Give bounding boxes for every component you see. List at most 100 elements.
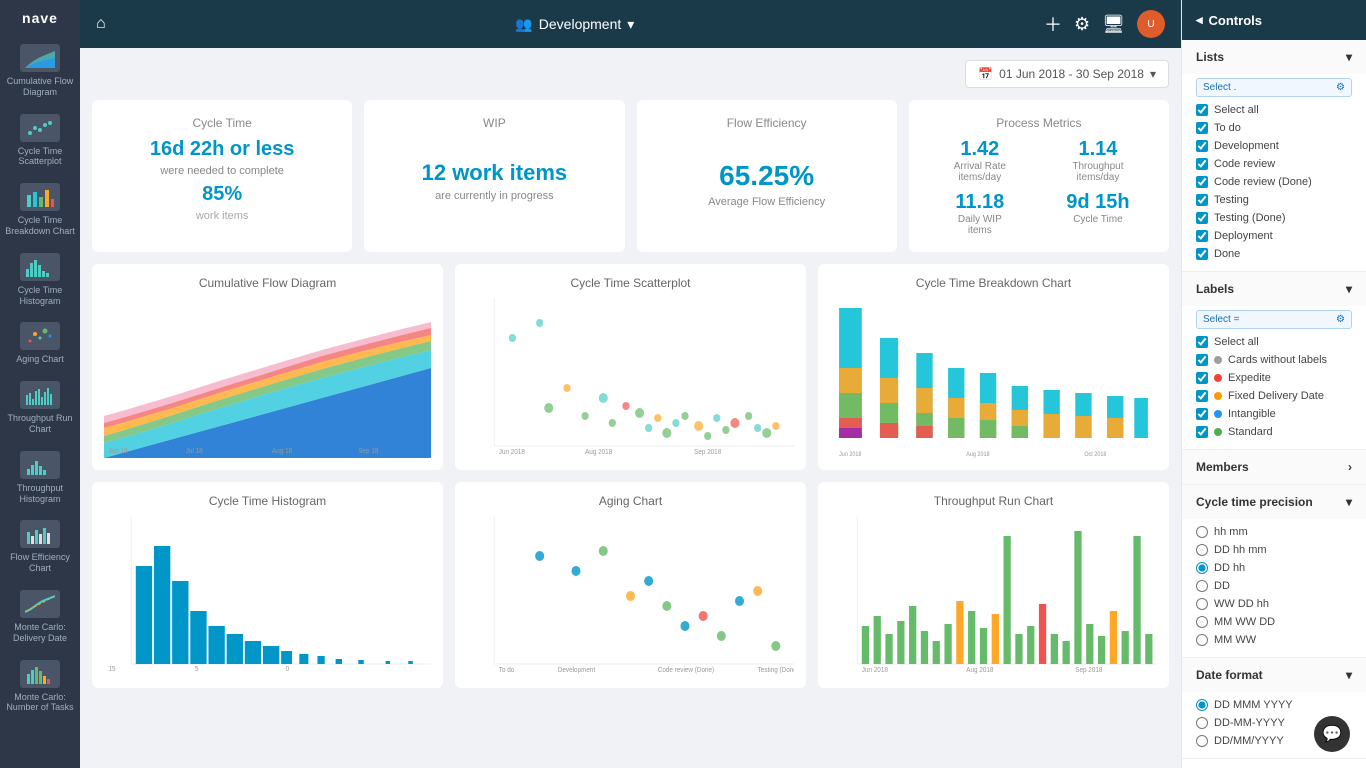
lists-deployment[interactable]: Deployment [1196,227,1352,245]
precision-dd-radio[interactable] [1196,580,1208,592]
cycle-time-precision-header[interactable]: Cycle time precision ▾ [1182,485,1366,519]
precision-dd-hh-mm-radio[interactable] [1196,544,1208,556]
members-section[interactable]: Members › [1182,450,1366,485]
lists-to-do[interactable]: To do [1196,119,1352,137]
labels-intangible-checkbox[interactable] [1196,408,1208,420]
precision-hh-mm[interactable]: hh mm [1196,523,1352,541]
svg-text:Aug 2018: Aug 2018 [966,452,989,458]
lists-select-filter[interactable]: Select . ⚙ [1196,78,1352,97]
sidebar-item-histogram[interactable]: Cycle Time Histogram [0,245,80,315]
controls-header: ◂ Controls [1182,0,1366,40]
arrival-rate-label: Arrival Rate [925,161,1035,172]
labels-section-header[interactable]: Labels ▾ [1182,272,1366,306]
format-dd-mmm-yyyy-radio[interactable] [1196,699,1208,711]
process-cycle-time-item: 9d 15h Cycle Time [1043,191,1153,236]
lists-to-do-checkbox[interactable] [1196,122,1208,134]
sidebar-item-aging[interactable]: Aging Chart [0,314,80,373]
labels-no-label-checkbox[interactable] [1196,354,1208,366]
flow-efficiency-icon [20,520,60,548]
labels-expedite[interactable]: Expedite [1196,369,1352,387]
sidebar-item-scatter[interactable]: Cycle Time Scatterplot [0,106,80,176]
lists-deployment-checkbox[interactable] [1196,230,1208,242]
cfd-icon [20,44,60,72]
sidebar-item-breakdown[interactable]: Cycle Time Breakdown Chart [0,175,80,245]
labels-expedite-label: Expedite [1228,372,1271,384]
lists-code-review-done-checkbox[interactable] [1196,176,1208,188]
controls-panel: ◂ Controls Lists ▾ Select . ⚙ Select all… [1181,0,1366,768]
content-area: 📅 01 Jun 2018 - 30 Sep 2018 ▾ Cycle Time… [80,48,1181,768]
precision-hh-mm-radio[interactable] [1196,526,1208,538]
cycle-time-unit: work items [108,210,336,222]
precision-ww-dd-hh[interactable]: WW DD hh [1196,595,1352,613]
labels-no-label[interactable]: Cards without labels [1196,351,1352,369]
throughput-unit: items/day [1043,172,1153,183]
lists-testing-done[interactable]: Testing (Done) [1196,209,1352,227]
throughput-run-chart-title: Throughput Run Chart [830,494,1157,508]
date-format-header[interactable]: Date format ▾ [1182,658,1366,692]
precision-mm-ww-radio[interactable] [1196,634,1208,646]
lists-done[interactable]: Done [1196,245,1352,263]
sidebar-item-flow-efficiency[interactable]: Flow Efficiency Chart [0,512,80,582]
svg-text:Jun 2018: Jun 2018 [839,452,861,458]
precision-dd-hh-radio[interactable] [1196,562,1208,574]
cfd-chart-card: Cumulative Flow Diagram [92,264,443,470]
labels-fixed-delivery-checkbox[interactable] [1196,390,1208,402]
throughput-value: 1.14 [1043,138,1153,161]
date-range-button[interactable]: 📅 01 Jun 2018 - 30 Sep 2018 ▾ [965,60,1169,88]
lists-development[interactable]: Development [1196,137,1352,155]
lists-code-review-checkbox[interactable] [1196,158,1208,170]
lists-code-review-done[interactable]: Code review (Done) [1196,173,1352,191]
lists-select-all-checkbox[interactable] [1196,104,1208,116]
flow-efficiency-card: Flow Efficiency 65.25% Average Flow Effi… [637,100,897,252]
sidebar-label-monte-carlo-tasks: Monte Carlo: Number of Tasks [4,692,76,714]
settings-icon[interactable]: ⚙ [1074,14,1090,35]
labels-select-filter[interactable]: Select = ⚙ [1196,310,1352,329]
breakdown-chart-title: Cycle Time Breakdown Chart [830,276,1157,290]
lists-testing[interactable]: Testing [1196,191,1352,209]
breakdown-chart-area: Jun 2018 Aug 2018 Oct 2018 [830,298,1157,458]
precision-dd-hh[interactable]: DD hh [1196,559,1352,577]
sidebar-item-monte-carlo-tasks[interactable]: Monte Carlo: Number of Tasks [0,652,80,722]
sidebar-item-throughput-hist[interactable]: Throughput Histogram [0,443,80,513]
chat-bubble[interactable]: 💬 [1314,716,1350,752]
lists-section-header[interactable]: Lists ▾ [1182,40,1366,74]
lists-testing-checkbox[interactable] [1196,194,1208,206]
format-dd-mm-yyyy-slash-radio[interactable] [1196,735,1208,747]
labels-select-all[interactable]: Select all [1196,333,1352,351]
labels-standard-checkbox[interactable] [1196,426,1208,438]
precision-ww-dd-hh-radio[interactable] [1196,598,1208,610]
scatter-chart-title: Cycle Time Scatterplot [467,276,794,290]
precision-mm-ww[interactable]: MM WW [1196,631,1352,649]
lists-development-checkbox[interactable] [1196,140,1208,152]
precision-dd[interactable]: DD [1196,577,1352,595]
add-icon[interactable]: ＋ [1044,11,1062,37]
lists-code-review[interactable]: Code review [1196,155,1352,173]
precision-dd-hh-mm[interactable]: DD hh mm [1196,541,1352,559]
lists-select-all[interactable]: Select all [1196,101,1352,119]
labels-fixed-delivery[interactable]: Fixed Delivery Date [1196,387,1352,405]
user-avatar[interactable]: U [1137,10,1165,38]
labels-select-all-checkbox[interactable] [1196,336,1208,348]
flow-efficiency-subtitle: Average Flow Efficiency [653,196,881,208]
precision-mm-ww-dd[interactable]: MM WW DD [1196,613,1352,631]
lists-done-checkbox[interactable] [1196,248,1208,260]
svg-text:Aug 18: Aug 18 [272,448,292,455]
format-dd-mm-yyyy-dash-radio[interactable] [1196,717,1208,729]
sidebar-item-cfd[interactable]: Cumulative Flow Diagram [0,36,80,106]
topbar-team-selector[interactable]: 👥 Development ▾ [515,16,634,33]
notifications-icon[interactable]: 🖥 [1102,14,1125,35]
sidebar-item-monte-carlo-delivery[interactable]: Monte Carlo: Delivery Date [0,582,80,652]
lists-testing-done-checkbox[interactable] [1196,212,1208,224]
arrival-rate-item: 1.42 Arrival Rate items/day [925,138,1035,183]
home-icon[interactable]: ⌂ [96,15,106,33]
labels-expedite-checkbox[interactable] [1196,372,1208,384]
format-dd-mm-yyyy-slash-label: DD/MM/YYYY [1214,735,1284,747]
format-dd-mmm-yyyy[interactable]: DD MMM YYYY [1196,696,1352,714]
labels-intangible[interactable]: Intangible [1196,405,1352,423]
sidebar-item-throughput-run[interactable]: Throughput Run Chart [0,373,80,443]
labels-standard[interactable]: Standard [1196,423,1352,441]
topbar-left: ⌂ [96,15,106,33]
precision-mm-ww-dd-radio[interactable] [1196,616,1208,628]
calendar-icon: 📅 [978,67,993,81]
scatter-chart-area: Jun 2018 Aug 2018 Sep 2018 [467,298,794,458]
